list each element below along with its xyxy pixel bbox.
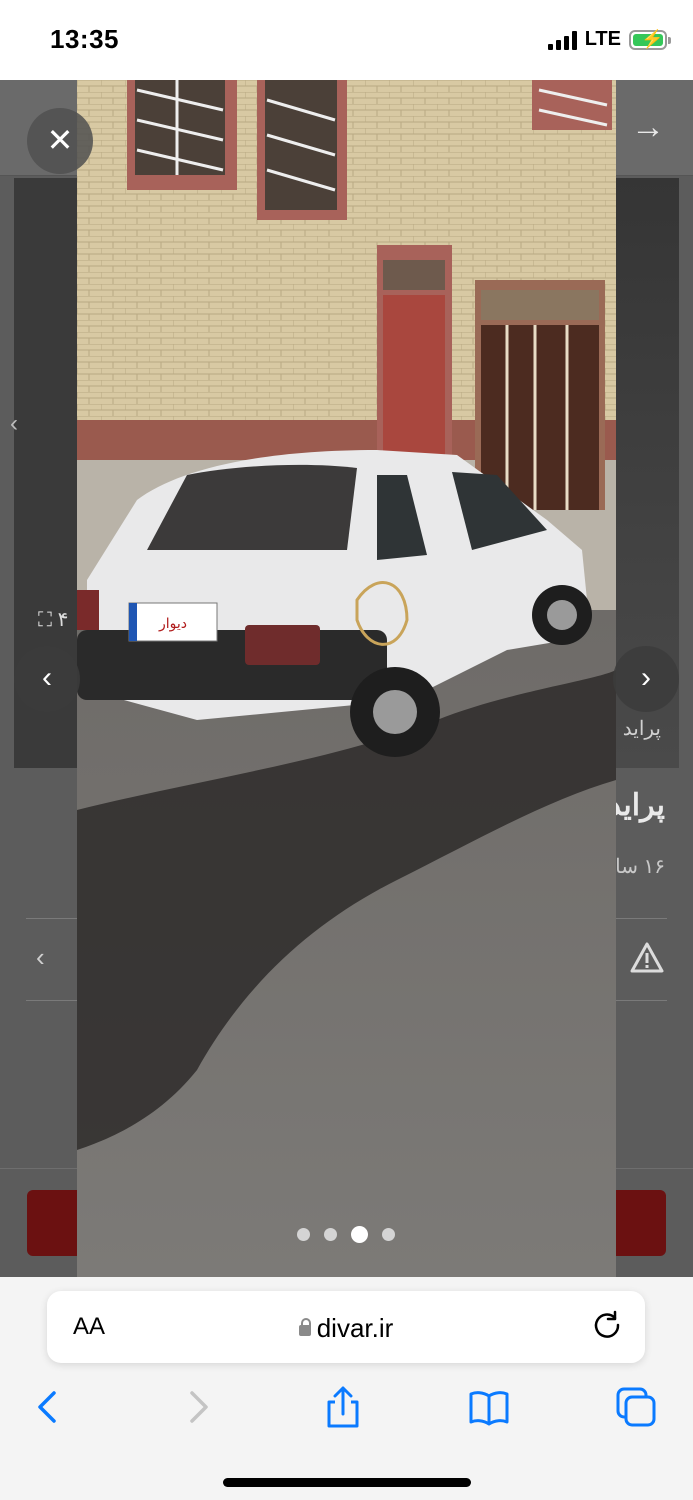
page-dot[interactable] [324, 1228, 337, 1241]
fullscreen-badge[interactable]: ⛶ ۴ [28, 598, 83, 642]
browser-nav-bar [0, 1379, 693, 1439]
listing-title: پراید [607, 789, 665, 822]
url-display[interactable]: divar.ir [47, 1313, 645, 1344]
chevron-left-icon: ‹ [42, 661, 52, 694]
car-photo: دیوار [77, 80, 616, 1277]
share-icon[interactable] [321, 1385, 365, 1429]
browser-toolbar: AA divar.ir [0, 1277, 693, 1500]
page-dot[interactable] [297, 1228, 310, 1241]
back-icon[interactable] [26, 1385, 70, 1429]
status-indicators: LTE ⚡ [547, 28, 671, 51]
warning-icon[interactable] [629, 940, 665, 976]
next-photo-button[interactable]: › [613, 646, 679, 712]
bookmarks-icon[interactable] [467, 1385, 511, 1429]
home-indicator[interactable] [223, 1478, 471, 1487]
listing-subtitle: ۱۶ سا [615, 856, 665, 878]
close-icon: ✕ [46, 122, 74, 158]
forward-arrow-icon[interactable]: → [631, 108, 665, 147]
gallery-photo[interactable]: دیوار [77, 80, 616, 1277]
status-bar: 13:35 LTE ⚡ [0, 0, 693, 80]
chevron-left-icon[interactable]: ‹ [36, 942, 45, 973]
chevron-right-icon: › [641, 661, 651, 694]
gallery-page-indicator[interactable] [297, 1226, 395, 1243]
page-dot-active[interactable] [351, 1226, 368, 1243]
lock-icon [298, 1318, 311, 1336]
status-time: 13:35 [50, 24, 119, 54]
forward-icon[interactable] [176, 1385, 220, 1429]
previous-photo-button[interactable]: ‹ [14, 646, 80, 712]
page-dot[interactable] [382, 1228, 395, 1241]
reload-icon[interactable] [591, 1309, 623, 1341]
url-text: divar.ir [316, 1313, 394, 1343]
image-counter: ۴ [57, 609, 69, 631]
close-button[interactable]: ✕ [27, 108, 93, 174]
battery-charging-icon: ⚡ [629, 29, 671, 50]
breadcrumb[interactable]: پراید [623, 716, 661, 741]
chevron-left-icon: ‹ [10, 410, 18, 437]
tabs-icon[interactable] [614, 1385, 658, 1429]
address-bar[interactable]: AA divar.ir [47, 1291, 645, 1363]
cellular-signal-icon [547, 30, 577, 50]
plate-text: دیوار [158, 616, 187, 632]
network-type: LTE [584, 28, 621, 50]
